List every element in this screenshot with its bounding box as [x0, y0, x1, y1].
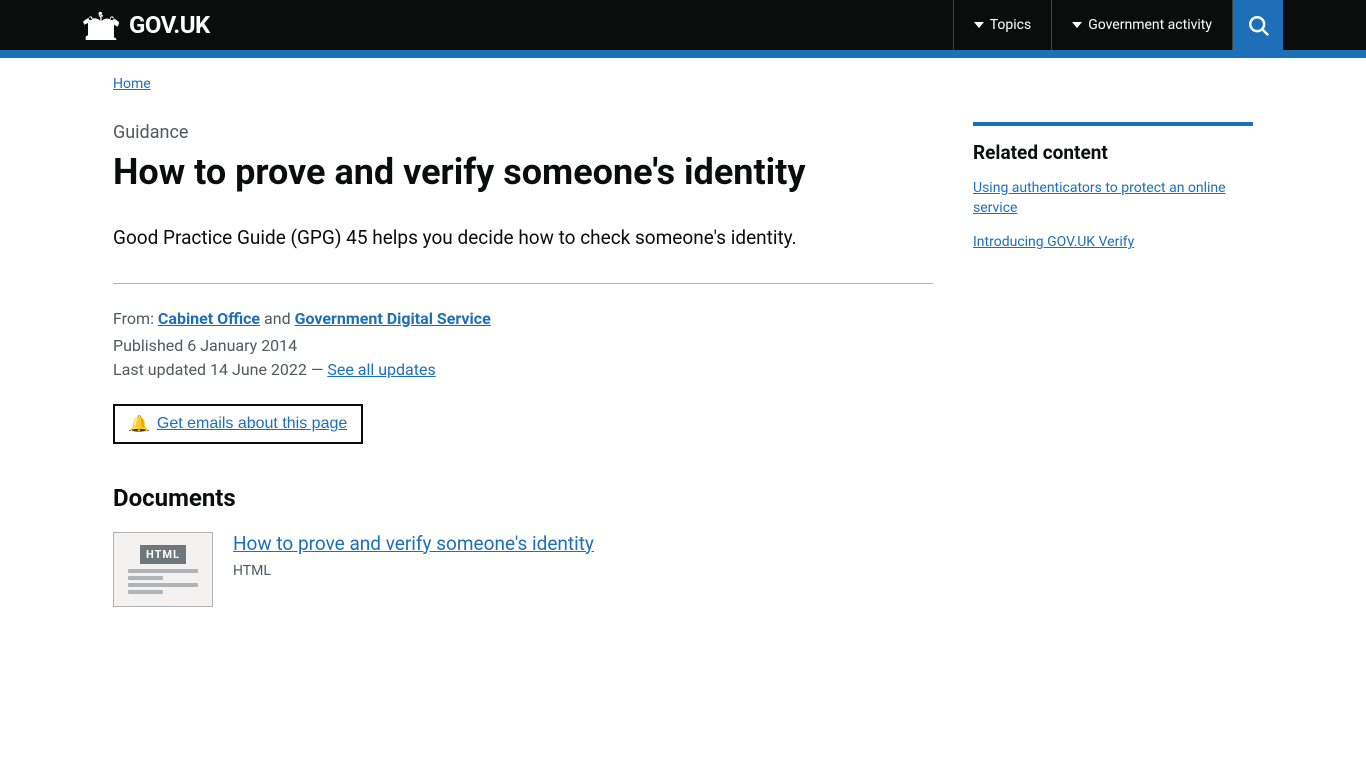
metadata-section: From: Cabinet Office and Government Digi…	[113, 309, 933, 379]
updated-separator: —	[311, 360, 327, 379]
guidance-type-label: Guidance	[113, 122, 933, 143]
gov-activity-chevron-icon	[1072, 22, 1082, 28]
related-link-1[interactable]: Using authenticators to protect an onlin…	[973, 179, 1253, 218]
documents-title: Documents	[113, 484, 933, 512]
bell-icon: 🔔	[129, 414, 149, 434]
search-button[interactable]	[1233, 0, 1283, 50]
documents-section: Documents HTML How to prove and verify s…	[113, 484, 933, 607]
topics-chevron-icon	[974, 22, 984, 28]
header-nav: Topics Government activity	[953, 0, 1283, 50]
document-item: HTML How to prove and verify someone's i…	[113, 532, 933, 607]
related-content-title: Related content	[973, 141, 1253, 164]
updated-label: Last updated	[113, 360, 210, 379]
content-divider	[113, 283, 933, 284]
logo-text: GOV.UK	[129, 11, 210, 39]
published-date: 6 January 2014	[187, 336, 297, 355]
search-icon	[1247, 14, 1269, 36]
metadata-from: From: Cabinet Office and Government Digi…	[113, 309, 933, 328]
topics-label: Topics	[990, 17, 1031, 33]
doc-line	[128, 583, 198, 587]
from-and: and	[264, 309, 291, 328]
site-header: GOV.UK Topics Government activity	[0, 0, 1366, 50]
html-badge: HTML	[140, 545, 186, 564]
related-link-2[interactable]: Introducing GOV.UK Verify	[973, 233, 1253, 253]
blue-bar	[0, 50, 1366, 58]
gds-link[interactable]: Government Digital Service	[295, 309, 491, 328]
see-all-updates-link[interactable]: See all updates	[327, 360, 435, 379]
doc-line	[128, 569, 198, 573]
from-label: From:	[113, 309, 158, 328]
breadcrumb-home-link[interactable]: Home	[113, 76, 151, 92]
document-info: How to prove and verify someone's identi…	[233, 532, 933, 579]
page-description: Good Practice Guide (GPG) 45 helps you d…	[113, 224, 933, 253]
document-type: HTML	[233, 563, 271, 579]
published-label: Published	[113, 336, 187, 355]
gov-activity-label: Government activity	[1088, 17, 1212, 33]
updated-date: 14 June 2022	[210, 360, 311, 379]
crown-icon	[83, 9, 119, 41]
doc-line	[128, 590, 163, 594]
sidebar: Related content Using authenticators to …	[973, 122, 1253, 607]
government-activity-nav-item[interactable]: Government activity	[1052, 0, 1233, 50]
metadata-published: Published 6 January 2014	[113, 336, 933, 355]
page-title: How to prove and verify someone's identi…	[113, 151, 933, 194]
gov-uk-logo[interactable]: GOV.UK	[83, 9, 210, 41]
doc-line	[128, 576, 163, 580]
doc-lines	[128, 569, 198, 594]
cabinet-office-link[interactable]: Cabinet Office	[158, 309, 260, 328]
main-content: Guidance How to prove and verify someone…	[113, 122, 933, 607]
email-notifications-button[interactable]: 🔔 Get emails about this page	[113, 404, 363, 444]
document-thumbnail: HTML	[113, 532, 213, 607]
email-button-label: Get emails about this page	[157, 415, 347, 433]
breadcrumb: Home	[113, 58, 1253, 102]
metadata-updated: Last updated 14 June 2022 — See all upda…	[113, 360, 933, 379]
related-content-section: Related content Using authenticators to …	[973, 122, 1253, 253]
document-link[interactable]: How to prove and verify someone's identi…	[233, 532, 933, 555]
topics-nav-item[interactable]: Topics	[954, 0, 1052, 50]
